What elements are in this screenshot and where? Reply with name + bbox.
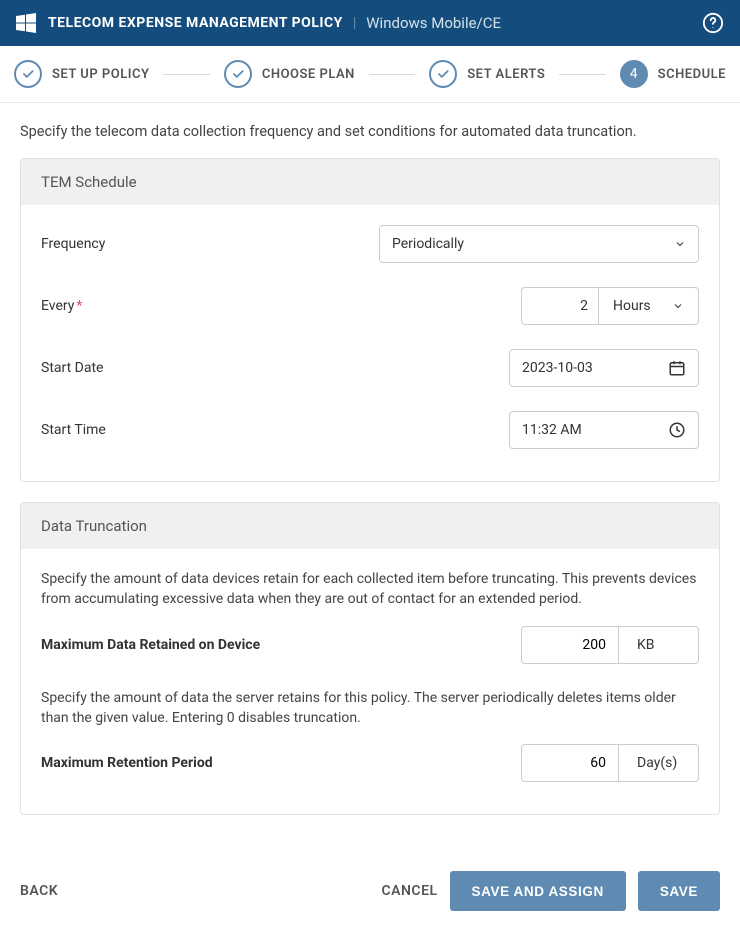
step-connector [163,74,209,75]
intro-text: Specify the telecom data collection freq… [20,123,720,140]
step-connector [559,74,605,75]
tem-schedule-card: TEM Schedule Frequency Periodically Ever… [20,158,720,482]
save-button[interactable]: SAVE [638,871,720,911]
step-connector [369,74,415,75]
step-number-icon: 4 [620,60,648,88]
every-unit-select[interactable]: Hours [599,287,699,325]
clock-icon [668,421,686,439]
max-retention-label: Maximum Retention Period [41,755,521,771]
start-date-label: Start Date [41,360,509,376]
step-set-alerts[interactable]: SET ALERTS [429,60,545,88]
check-icon [224,60,252,88]
wizard-stepper: SET UP POLICY CHOOSE PLAN SET ALERTS 4 S… [0,46,740,103]
title-divider: | [353,15,356,31]
truncation-server-desc: Specify the amount of data the server re… [41,676,699,733]
check-icon [429,60,457,88]
header-bar: TELECOM EXPENSE MANAGEMENT POLICY | Wind… [0,0,740,46]
cancel-button[interactable]: CANCEL [382,883,438,899]
help-icon[interactable] [702,12,724,34]
max-data-input[interactable] [521,626,619,664]
every-label: Every* [41,298,521,314]
truncation-device-desc: Specify the amount of data devices retai… [41,557,699,614]
step-choose-plan[interactable]: CHOOSE PLAN [224,60,355,88]
start-time-value: 11:32 AM [522,422,582,438]
max-retention-unit: Day(s) [619,744,699,782]
start-time-label: Start Time [41,422,509,438]
every-unit-value: Hours [613,298,651,314]
step-schedule[interactable]: 4 SCHEDULE [620,60,726,88]
windows-icon [16,13,36,33]
max-retention-input[interactable] [521,744,619,782]
page-subtitle: Windows Mobile/CE [366,14,501,32]
step-setup-policy[interactable]: SET UP POLICY [14,60,149,88]
calendar-icon [668,359,686,377]
start-date-input[interactable]: 2023-10-03 [509,349,699,387]
back-button[interactable]: BACK [20,883,58,899]
page-title: TELECOM EXPENSE MANAGEMENT POLICY [48,15,343,31]
every-value-input[interactable] [521,287,599,325]
data-truncation-card: Data Truncation Specify the amount of da… [20,502,720,815]
start-date-value: 2023-10-03 [522,360,593,376]
chevron-down-icon [674,238,686,250]
frequency-value: Periodically [392,236,464,252]
card-title: Data Truncation [21,503,719,549]
max-data-unit: KB [619,626,699,664]
card-title: TEM Schedule [21,159,719,205]
check-icon [14,60,42,88]
chevron-down-icon [672,300,684,312]
frequency-select[interactable]: Periodically [379,225,699,263]
frequency-label: Frequency [41,236,379,252]
start-time-input[interactable]: 11:32 AM [509,411,699,449]
max-data-label: Maximum Data Retained on Device [41,637,521,653]
footer-actions: BACK CANCEL SAVE AND ASSIGN SAVE [0,855,740,931]
content-area: Specify the telecom data collection freq… [0,103,740,855]
save-and-assign-button[interactable]: SAVE AND ASSIGN [450,871,626,911]
